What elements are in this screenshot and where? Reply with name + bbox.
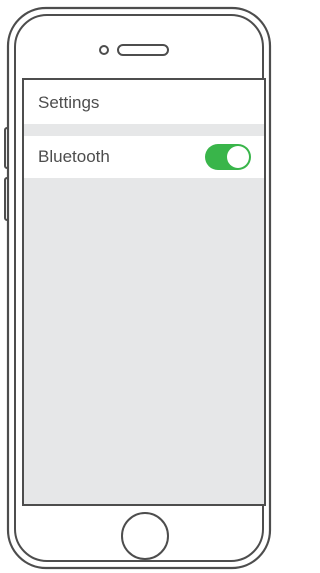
front-camera-icon	[99, 45, 109, 55]
page-title: Settings	[38, 93, 100, 112]
phone-screen: Settings Bluetooth	[24, 80, 264, 504]
navigation-bar: Settings	[24, 80, 264, 124]
toggle-knob	[227, 146, 249, 168]
bluetooth-toggle[interactable]	[205, 144, 251, 170]
bluetooth-label: Bluetooth	[38, 147, 110, 166]
settings-row-bluetooth[interactable]: Bluetooth	[24, 136, 264, 178]
home-button-icon[interactable]	[121, 512, 169, 560]
earpiece-speaker-icon	[117, 44, 169, 56]
